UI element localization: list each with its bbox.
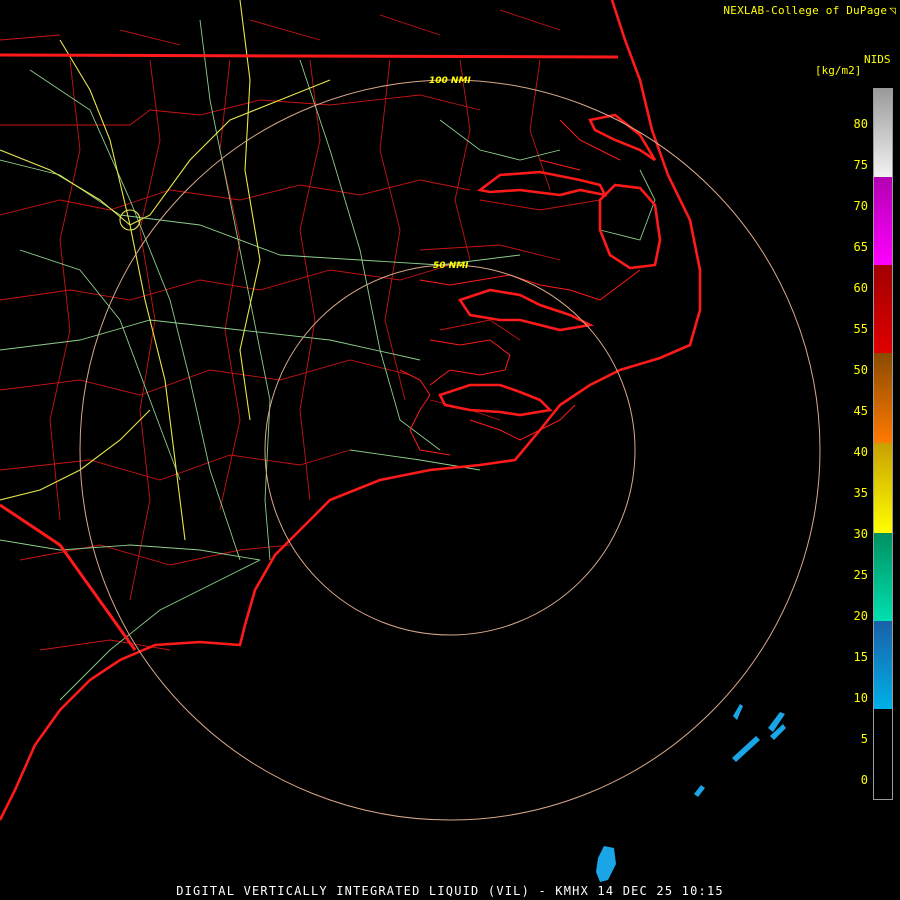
color-scale-tick-label: 0 [860,773,868,787]
color-scale-tick-label: 60 [853,281,868,295]
color-scale-tick-label: 5 [860,732,868,746]
color-scale-tick-label: 70 [853,199,868,213]
legend-unit: [kg/m2] [815,64,862,77]
color-scale-tick-label: 15 [853,650,868,664]
color-seg-green [874,533,892,621]
color-scale-tick-label: 80 [853,117,868,131]
color-seg-empty [874,709,892,799]
color-seg-red [874,265,892,353]
color-scale-tick-label: 20 [853,609,868,623]
color-scale-tick-label: 45 [853,404,868,418]
color-scale-tick-label: 75 [853,158,868,172]
color-scale-tick-label: 50 [853,363,868,377]
color-scale-tick-label: 40 [853,445,868,459]
credit-label: NEXLAB-College of DuPage ◹ [723,4,896,17]
color-scale-tick-label: 55 [853,322,868,336]
nexlab-logo-icon: ◹ [889,4,896,17]
credit-text: NEXLAB-College of DuPage [723,4,888,17]
product-title: DIGITAL VERTICALLY INTEGRATED LIQUID (VI… [176,884,724,898]
radar-map: 100 NMI 50 NMI [0,0,900,900]
color-seg-brown [874,353,892,443]
color-scale-bar [873,88,893,800]
range-label-50: 50 NMI [433,261,469,271]
legend-source: NIDS [864,53,891,66]
color-scale-tick-label: 25 [853,568,868,582]
color-scale-tick-label: 30 [853,527,868,541]
color-seg-blue [874,621,892,709]
color-scale-tick-label: 35 [853,486,868,500]
range-label-100: 100 NMI [429,76,471,86]
color-scale-tick-label: 10 [853,691,868,705]
color-seg-gray [874,89,892,177]
color-seg-gold [874,443,892,533]
color-seg-magenta [874,177,892,265]
color-scale-tick-label: 65 [853,240,868,254]
